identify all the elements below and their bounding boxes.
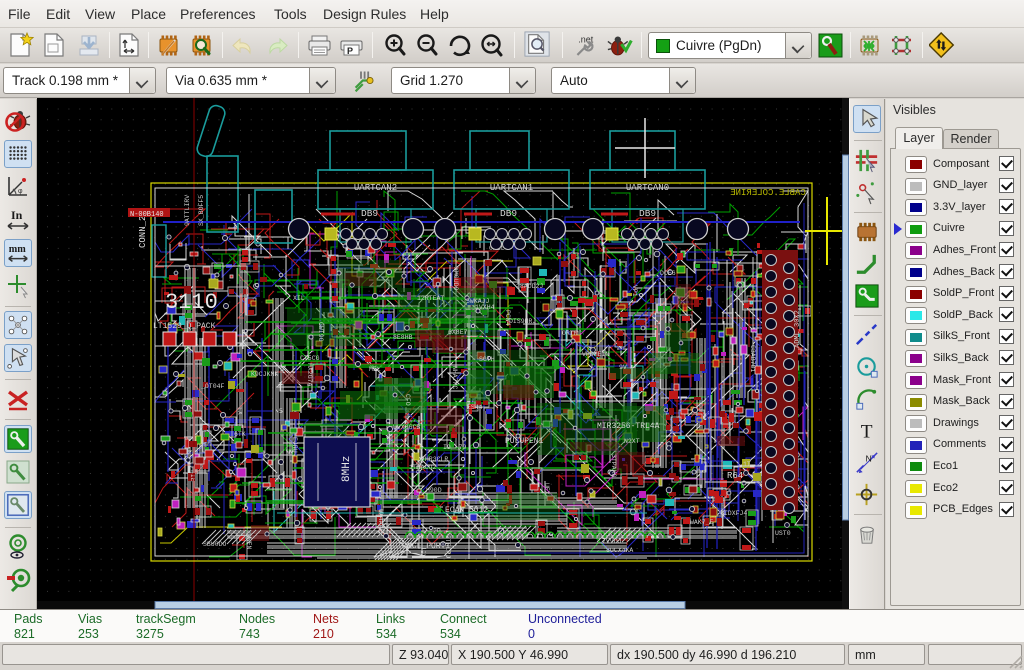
svg-text:SX_BOFF5: SX_BOFF5 [198, 195, 205, 226]
svg-text:P: P [347, 46, 353, 56]
svg-text:8MHz: 8MHz [341, 456, 353, 482]
svg-text:I9__79: I9__79 [443, 444, 467, 451]
svg-text:8E8HB: 8E8HB [393, 334, 413, 341]
svg-text:N-00B140: N-00B140 [130, 211, 164, 219]
svg-text:mm: mm [9, 244, 26, 255]
svg-text:K9CJKNK: K9CJKNK [251, 371, 278, 378]
svg-text:CONN_2: CONN_2 [138, 216, 148, 248]
svg-text:R64: R64 [727, 471, 743, 481]
svg-text:UVX86CB: UVX86CB [393, 424, 420, 431]
svg-text:ECAN_5012: ECAN_5012 [445, 506, 488, 515]
svg-text:1TNACO2: 1TNACO2 [409, 464, 436, 471]
svg-text:CT5CG: CT5CG [300, 355, 320, 362]
svg-text:VP1: VP1 [631, 285, 638, 297]
svg-text:N: N [866, 454, 872, 464]
svg-text:DB9: DB9 [500, 208, 517, 219]
svg-text:UEX: UEX [543, 483, 550, 495]
svg-text:N2XT: N2XT [624, 438, 640, 445]
svg-text:H90D: H90D [426, 487, 442, 494]
svg-text:3TPAKG: 3TPAKG [610, 454, 617, 478]
svg-text:MCL_PORT1: MCL_PORT1 [407, 542, 450, 551]
svg-text:_OT04F: _OT04F [200, 383, 225, 390]
svg-text:ES44: ES44 [467, 404, 483, 411]
svg-text:ADML_30X2: ADML_30X2 [794, 310, 802, 348]
svg-text:DCE6: DCE6 [660, 270, 676, 277]
svg-text:SGTH: SGTH [479, 356, 495, 363]
svg-text:φ: φ [18, 188, 23, 195]
svg-text:MX2G7A: MX2G7A [306, 363, 313, 387]
svg-text:XMGUD9: XMGUD9 [452, 267, 459, 291]
svg-text:LX: LX [236, 407, 243, 415]
svg-text:0RTR: 0RTR [562, 330, 578, 337]
svg-text:1T: 1T [743, 461, 751, 468]
svg-text:UST0: UST0 [775, 530, 791, 537]
svg-text:LT1529_Q_PACK: LT1529_Q_PACK [153, 322, 216, 331]
svg-text:SBU0DO: SBU0DO [203, 541, 227, 548]
svg-text:28ADD2J: 28ADD2J [516, 283, 543, 290]
svg-text:CABLE.COLERINE: CABLE.COLERINE [730, 188, 806, 198]
svg-text:3110: 3110 [165, 290, 218, 315]
svg-text:C3AB7O1: C3AB7O1 [749, 345, 756, 372]
svg-text:6TK: 6TK [234, 431, 246, 438]
svg-text:DB9: DB9 [361, 208, 378, 219]
svg-text:9V: 9V [619, 364, 627, 371]
svg-text:VPOME1N: VPOME1N [582, 351, 609, 358]
svg-text:DB9: DB9 [639, 208, 656, 219]
svg-text:12RTEAT: 12RTEAT [417, 295, 444, 302]
svg-text:MIR3256-TRL4A: MIR3256-TRL4A [597, 422, 660, 431]
svg-text:XIL: XIL [293, 295, 305, 302]
svg-text:CFO: CFO [404, 394, 411, 406]
svg-text:9ATTLIRV: 9ATTLIRV [184, 195, 191, 226]
svg-text:WAK7_E: WAK7_E [690, 519, 714, 526]
svg-text:WV: WV [286, 449, 294, 456]
svg-text:N5: N5 [275, 408, 283, 415]
svg-text:9X: 9X [419, 550, 426, 558]
svg-text:8IDXFJ4: 8IDXFJ4 [720, 510, 747, 517]
svg-text:PULUPEN1: PULUPEN1 [505, 437, 544, 446]
svg-text:FIE: FIE [189, 470, 196, 482]
svg-text:T: T [861, 421, 873, 442]
svg-text:6X8E7: 6X8E7 [448, 329, 468, 336]
svg-text:In: In [11, 208, 23, 222]
svg-text:7HR3CLR: 7HR3CLR [421, 456, 448, 463]
svg-text:GWI9G: GWI9G [317, 322, 324, 342]
svg-text:1VXH4: 1VXH4 [475, 304, 495, 311]
svg-text:NHA7MC: NHA7MC [451, 366, 458, 390]
svg-text:DIS9MRJ: DIS9MRJ [509, 318, 536, 325]
svg-text:M5L: M5L [369, 366, 381, 373]
